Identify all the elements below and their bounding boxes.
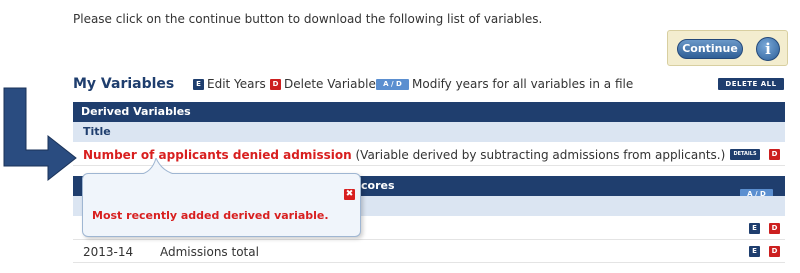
pointer-arrow-icon xyxy=(3,87,77,182)
derived-variable-description: (Variable derived by subtracting admissi… xyxy=(355,148,726,162)
edit-button[interactable]: E xyxy=(749,246,760,257)
details-button[interactable]: DETAILS xyxy=(730,149,760,160)
label-cell: Admissions total xyxy=(160,245,259,259)
derived-section-header: Derived Variables xyxy=(73,102,785,122)
legend-modify-label: Modify years for all variables in a file xyxy=(412,77,634,91)
legend-modify-years: A / D Modify years for all variables in … xyxy=(376,77,633,91)
edit-badge-icon: E xyxy=(193,78,204,90)
year-cell: 2013-14 xyxy=(83,245,134,259)
legend-delete-variable: D Delete Variable xyxy=(270,77,376,91)
column-header-title: Title xyxy=(73,122,785,142)
derived-variable-name[interactable]: Number of applicants denied admission xyxy=(83,148,352,162)
callout-pointer-icon xyxy=(138,158,178,176)
info-icon[interactable]: i xyxy=(756,37,780,61)
continue-button[interactable]: Continue xyxy=(677,39,743,59)
delete-button[interactable]: D xyxy=(769,223,780,234)
legend-edit-years: E Edit Years xyxy=(193,77,266,91)
edit-button[interactable]: E xyxy=(749,223,760,234)
delete-button[interactable]: D xyxy=(769,149,780,160)
legend-delete-label: Delete Variable xyxy=(284,77,376,91)
table-row: 2013-14 Admissions total E D xyxy=(73,241,785,263)
delete-all-button[interactable]: DELETE ALL xyxy=(718,78,784,90)
delete-badge-icon: D xyxy=(270,78,281,90)
legend-edit-label: Edit Years xyxy=(207,77,266,91)
callout-tooltip: ✖ Most recently added derived variable. xyxy=(82,158,361,237)
row-actions: E D xyxy=(749,246,783,257)
continue-panel: Continue i xyxy=(667,30,788,66)
row-actions: DETAILS D xyxy=(730,149,783,160)
close-icon[interactable]: ✖ xyxy=(344,189,355,200)
callout-text: Most recently added derived variable. xyxy=(92,209,329,222)
ad-badge-icon: A / D xyxy=(376,78,409,90)
row-actions: E D xyxy=(749,223,783,234)
delete-button[interactable]: D xyxy=(769,246,780,257)
instruction-text: Please click on the continue button to d… xyxy=(73,12,543,26)
page-title: My Variables xyxy=(73,76,175,92)
derived-variable-row: Number of applicants denied admission (V… xyxy=(73,144,785,166)
